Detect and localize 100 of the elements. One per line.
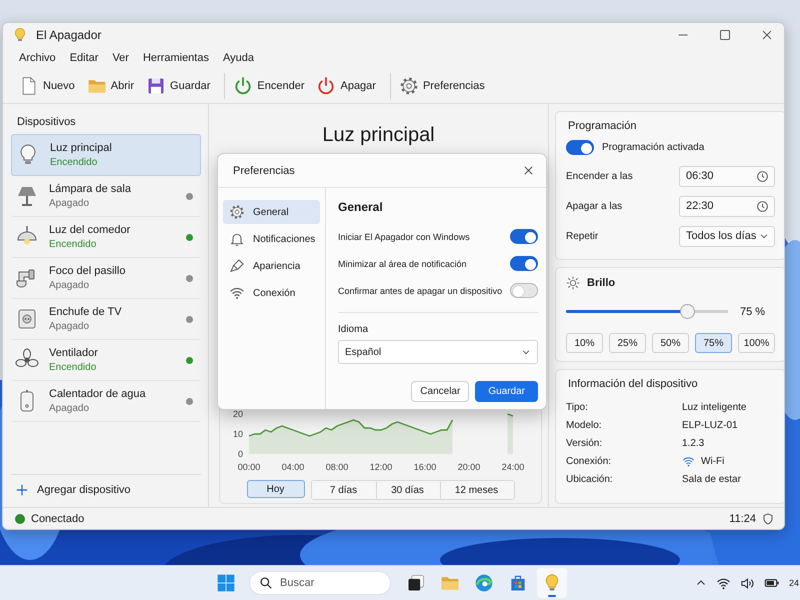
clock-icon	[756, 170, 769, 182]
status-text: Conectado	[31, 512, 86, 524]
field-label: Repetir	[566, 230, 598, 242]
device-status: Encendido	[49, 362, 98, 373]
device-name: Luz principal	[50, 142, 113, 154]
brightness-reading: 75 %	[740, 306, 766, 318]
cancel-button[interactable]: Cancelar	[411, 381, 470, 402]
axis-label: 04:00	[281, 462, 304, 472]
nav-item[interactable]: Apariencia	[223, 254, 320, 278]
device-item[interactable]: Ventilador Encendido	[11, 340, 201, 381]
preset-button[interactable]: 75%	[695, 333, 732, 353]
nav-item[interactable]: Conexión	[223, 281, 320, 305]
card-title: Brillo	[587, 277, 616, 289]
toolbar-button[interactable]: Nuevo	[15, 73, 79, 99]
device-item[interactable]: Lámpara de sala Apagado	[11, 176, 201, 217]
card-title: Información del dispositivo	[568, 378, 699, 390]
dropdown[interactable]: Español	[338, 340, 538, 364]
range-tab[interactable]: Hoy	[246, 480, 304, 498]
card-title: Programación	[568, 120, 638, 132]
field-label: Idioma	[338, 324, 370, 335]
dropdown[interactable]: Todos los días	[679, 226, 775, 246]
section-title: General	[338, 200, 384, 214]
axis-label: 10	[232, 429, 242, 439]
clock-icon	[756, 200, 769, 212]
preset-button[interactable]: 50%	[652, 333, 689, 353]
device-name: Foco del pasillo	[49, 265, 126, 277]
info-label: Ubicación:	[566, 474, 614, 484]
axis-label: 24:00	[501, 462, 524, 472]
nav-item[interactable]: General	[223, 200, 320, 224]
field-label: Apagar a las	[566, 200, 622, 212]
browser-icon	[474, 573, 494, 593]
info-label: Versión:	[566, 438, 604, 448]
info-value: 1.2.3	[682, 438, 704, 448]
time-field[interactable]: 22:30	[679, 196, 775, 216]
search-icon	[259, 576, 273, 590]
info-label: Modelo:	[566, 420, 603, 430]
menu-item[interactable]: Editar	[64, 50, 104, 66]
info-value: Sala de estar	[682, 474, 741, 484]
device-status: Encendido	[50, 157, 98, 168]
info-label: Conexión:	[566, 456, 612, 466]
dialog-title: Preferencias	[233, 164, 295, 176]
option-label: Iniciar El Apagador con Windows	[338, 232, 470, 242]
toolbar-button[interactable]: Encender	[229, 73, 308, 99]
toggle-label: Programación activada	[602, 142, 704, 153]
preset-button[interactable]: 100%	[738, 333, 775, 353]
toggle-switch[interactable]	[510, 283, 538, 298]
device-item[interactable]: Foco del pasillo Apagado	[11, 258, 201, 299]
nav-item[interactable]: Notificaciones	[223, 227, 320, 251]
plus-icon	[15, 483, 29, 497]
speaker-icon	[740, 576, 755, 590]
menu-item[interactable]: Archivo	[13, 50, 62, 66]
device-status: Encendido	[49, 239, 98, 250]
device-name: Enchufe de TV	[49, 306, 123, 318]
device-status: Apagado	[49, 321, 90, 332]
sun-icon	[566, 276, 580, 290]
device-item[interactable]: Enchufe de TV Apagado	[11, 299, 201, 340]
toggle-switch[interactable]	[510, 256, 538, 271]
toolbar-button[interactable]: Guardar	[142, 73, 214, 99]
range-tab[interactable]: 12 meses	[440, 481, 514, 499]
preset-button[interactable]: 25%	[609, 333, 646, 353]
time-field[interactable]: 06:30	[679, 166, 775, 186]
shield-icon	[762, 512, 774, 524]
toggle-switch[interactable]	[510, 229, 538, 244]
bell-icon	[229, 231, 245, 247]
brush-icon	[229, 258, 245, 274]
toolbar-button[interactable]: Apagar	[312, 73, 380, 99]
clock-text: 24	[788, 578, 799, 588]
gear-icon	[398, 76, 419, 96]
toggle-switch[interactable]	[566, 140, 594, 155]
close-icon	[761, 29, 773, 41]
device-status: Apagado	[49, 198, 90, 209]
option-label: Minimizar al área de notificación	[338, 258, 467, 268]
device-item[interactable]: Luz del comedor Encendido	[11, 217, 201, 258]
power-icon	[316, 76, 336, 96]
device-status: Apagado	[49, 280, 90, 291]
menu-item[interactable]: Ayuda	[216, 50, 260, 66]
device-item[interactable]: Luz principal Encendido	[11, 134, 201, 176]
device-name: Lámpara de sala	[49, 183, 132, 195]
bulb-icon	[12, 27, 28, 43]
add-device-button[interactable]: Agregar dispositivo	[11, 474, 201, 507]
device-title: Luz principal	[321, 123, 436, 148]
lamp-icon	[15, 184, 39, 208]
device-item[interactable]: Calentador de agua Apagado	[11, 381, 201, 422]
toolbar-button[interactable]: Abrir	[82, 73, 138, 99]
slider-thumb[interactable]	[680, 304, 694, 319]
info-value: Luz inteligente	[682, 402, 746, 412]
task-view-icon	[406, 573, 426, 593]
gear-icon	[229, 204, 245, 220]
device-name: Ventilador	[49, 347, 99, 359]
power-icon	[233, 76, 254, 96]
save-button[interactable]: Guardar	[475, 381, 538, 402]
menu-item[interactable]: Ver	[106, 50, 135, 66]
window-title: El Apagador	[36, 28, 102, 42]
maximize-icon	[719, 29, 731, 41]
axis-label: 12:00	[369, 462, 392, 472]
preset-button[interactable]: 10%	[566, 333, 603, 353]
toolbar-button[interactable]: Preferencias	[394, 73, 489, 99]
menu-item[interactable]: Herramientas	[136, 50, 215, 66]
search-field[interactable]: Buscar	[249, 571, 391, 595]
start-icon	[216, 573, 236, 593]
